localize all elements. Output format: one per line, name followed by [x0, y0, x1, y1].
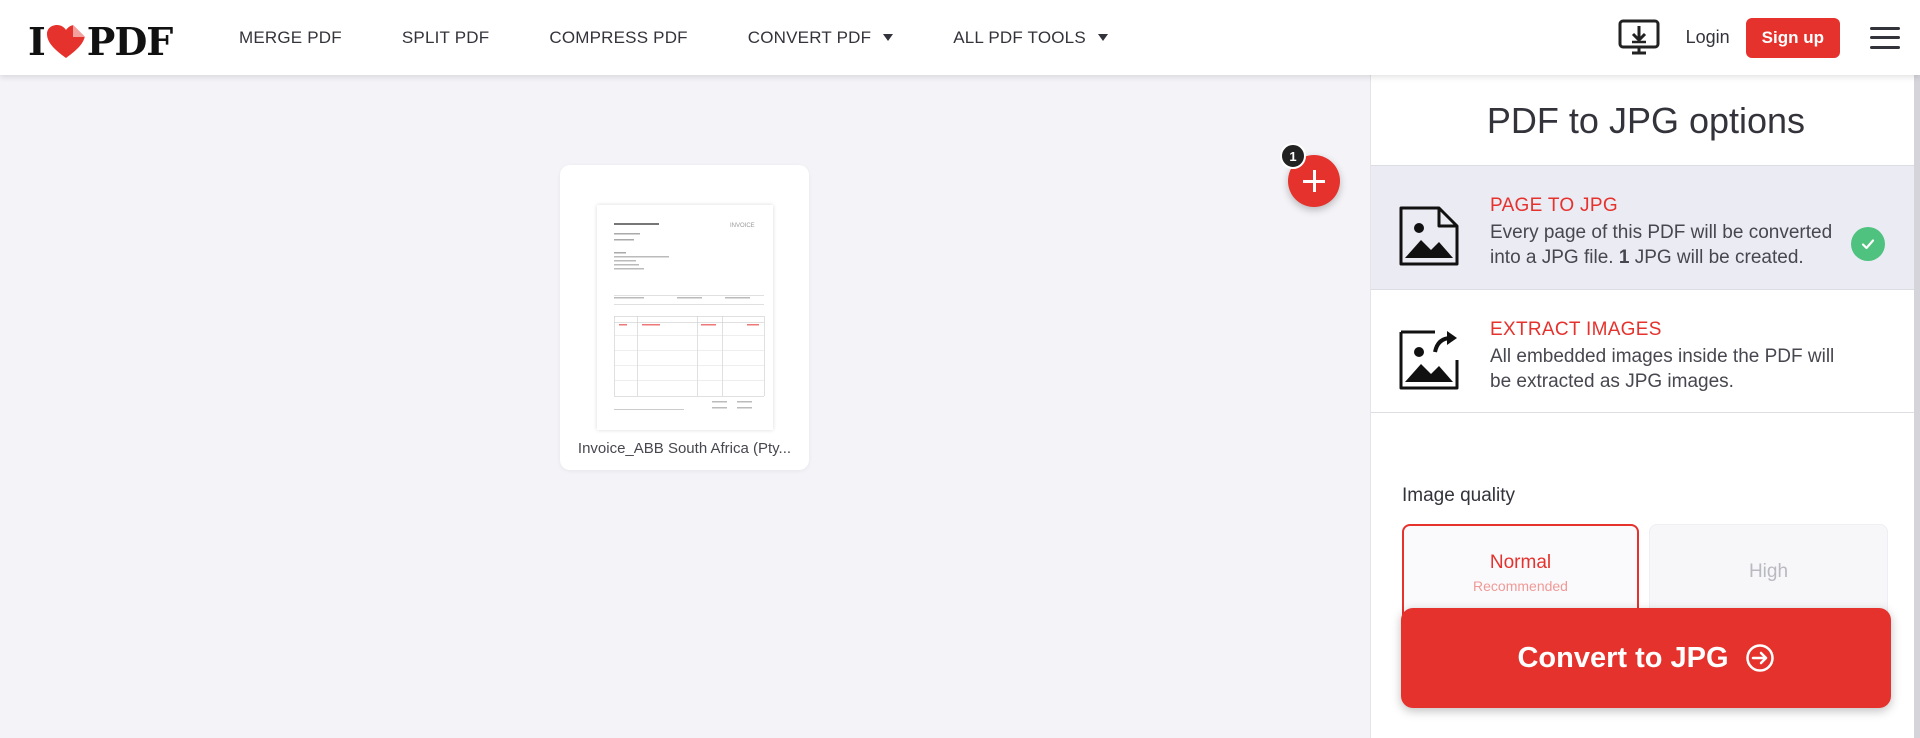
quality-name: High — [1748, 561, 1789, 582]
burger-line — [1870, 36, 1900, 39]
nav-compress-pdf[interactable]: COMPRESS PDF — [549, 28, 687, 48]
nav-label: CONVERT PDF — [747, 27, 872, 47]
burger-line — [1870, 26, 1900, 30]
option-page-to-jpg[interactable]: PAGE TO JPG Every page of this PDF will … — [1371, 165, 1920, 289]
option-title: EXTRACT IMAGES — [1490, 319, 1662, 340]
nav-all-pdf-tools[interactable]: ALL PDF TOOLS — [953, 28, 1108, 48]
burger-line — [1870, 45, 1900, 49]
option-description: All embedded images inside the PDF will … — [1490, 346, 1835, 392]
nav-label: COMPRESS PDF — [549, 27, 688, 47]
header-actions: Login Sign up — [1618, 0, 1900, 75]
caret-down-icon — [1097, 34, 1108, 41]
hamburger-menu-icon[interactable] — [1870, 26, 1900, 49]
extract-images-icon — [1399, 330, 1459, 390]
file-card[interactable]: INVOICE Invoice_ABB South Africa (Pty... — [560, 165, 809, 470]
sidebar-scrollbar[interactable] — [1914, 75, 1920, 738]
desktop-download-icon[interactable] — [1618, 19, 1660, 57]
image-quality-label: Image quality — [1402, 485, 1516, 506]
file-count-badge: 1 — [1280, 143, 1306, 169]
invoice-preview-image: INVOICE — [597, 205, 773, 430]
quality-recommended-note: Recommended — [1473, 578, 1568, 594]
nav-convert-pdf[interactable]: CONVERT PDF — [747, 27, 894, 48]
desc-text-end: JPG will be created. — [1634, 247, 1804, 268]
option-title: PAGE TO JPG — [1490, 195, 1618, 216]
page-image-icon — [1399, 206, 1459, 266]
plus-icon-vertical — [1312, 170, 1316, 192]
heart-icon — [46, 24, 85, 58]
file-name-label: Invoice_ABB South Africa (Pty... — [577, 440, 792, 457]
thumb-title: INVOICE — [730, 223, 755, 229]
convert-to-jpg-button[interactable]: Convert to JPG — [1401, 608, 1891, 708]
login-link[interactable]: Login — [1686, 27, 1730, 48]
nav-merge-pdf[interactable]: MERGE PDF — [239, 28, 342, 48]
convert-label: Convert to JPG — [1517, 641, 1729, 674]
quality-name: Normal — [1489, 552, 1552, 573]
option-extract-images[interactable]: EXTRACT IMAGES All embedded images insid… — [1371, 289, 1920, 413]
options-sidebar: PDF to JPG options PAGE TO JPG Every pag… — [1370, 75, 1920, 738]
jpg-count: 1 — [1618, 247, 1630, 268]
nav-label: MERGE PDF — [239, 27, 342, 47]
sidebar-title: PDF to JPG options — [1486, 100, 1806, 141]
caret-down-icon — [883, 34, 894, 41]
logo-letter-i: I — [28, 19, 46, 64]
pdf-thumbnail: INVOICE — [597, 205, 773, 430]
arrow-circle-right-icon — [1745, 644, 1774, 672]
signup-button[interactable]: Sign up — [1745, 17, 1840, 58]
main-nav: MERGE PDF SPLIT PDF COMPRESS PDF CONVERT… — [239, 0, 1168, 75]
selected-check-icon — [1851, 227, 1885, 261]
top-header: I PDF MERGE PDF SPLIT PDF COMPRESS PDF C… — [0, 0, 1920, 75]
nav-label: ALL PDF TOOLS — [953, 27, 1086, 47]
file-workspace: INVOICE Invoice_ABB South Africa (Pty...… — [0, 75, 1370, 738]
logo-text-pdf: PDF — [86, 19, 174, 64]
nav-label: SPLIT PDF — [401, 27, 490, 47]
ilovepdf-logo[interactable]: I PDF — [28, 19, 174, 64]
option-description: Every page of this PDF will be converted… — [1490, 220, 1840, 270]
nav-split-pdf[interactable]: SPLIT PDF — [402, 28, 489, 48]
